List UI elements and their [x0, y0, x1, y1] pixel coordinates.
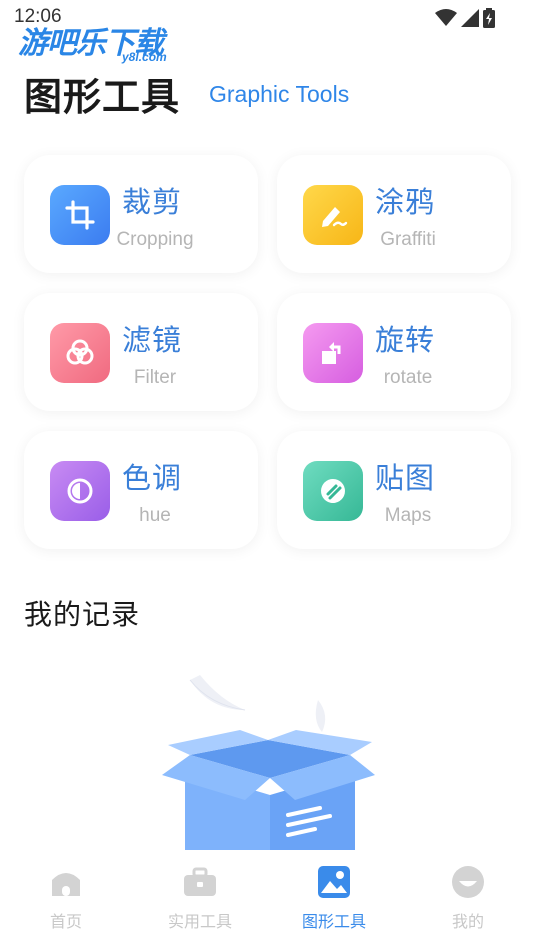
- page-subtitle: Graphic Tools: [209, 81, 350, 107]
- tool-name: 滤镜: [122, 323, 183, 357]
- tool-english-name: rotate: [383, 367, 433, 388]
- nav-item-tools[interactable]: 实用工具: [140, 864, 260, 944]
- watermark-logo: 游吧乐下载 y8l.com: [18, 18, 188, 66]
- nav-label-tools: 实用工具: [167, 912, 232, 931]
- battery-icon: [483, 8, 495, 28]
- watermark-sub: y8l.com: [122, 50, 167, 64]
- nav-item-graphic-tools[interactable]: 图形工具: [274, 864, 394, 944]
- tool-card-graffiti[interactable]: 涂鸦 Graffiti: [277, 155, 511, 273]
- tool-english-name: hue: [139, 505, 171, 526]
- tool-english-name: Maps: [384, 505, 432, 526]
- nav-label-graphic-tools: 图形工具: [301, 912, 366, 931]
- rotate-icon: [303, 323, 363, 383]
- tool-card-hue[interactable]: 色调 hue: [24, 431, 258, 549]
- tool-english-name: Graffiti: [380, 229, 436, 250]
- nav-item-home[interactable]: 首页: [6, 864, 126, 944]
- tool-card-crop[interactable]: 裁剪 Cropping: [24, 155, 258, 273]
- tool-name: 贴图: [375, 461, 436, 495]
- image-icon: [318, 866, 350, 898]
- sticker-icon: [303, 461, 363, 521]
- crop-icon: [50, 185, 110, 245]
- records-title: 我的记录: [24, 598, 141, 631]
- tool-name: 旋转: [375, 323, 436, 357]
- tool-card-maps[interactable]: 贴图 Maps: [277, 431, 511, 549]
- wifi-icon: [435, 9, 457, 26]
- empty-box-illustration: [162, 675, 375, 850]
- profile-icon: [452, 866, 484, 898]
- nav-label-profile: 我的: [451, 912, 484, 931]
- filter-icon: [50, 323, 110, 383]
- tool-english-name: Cropping: [116, 229, 194, 250]
- signal-icon: [461, 9, 479, 27]
- tool-name: 涂鸦: [375, 185, 436, 219]
- tool-english-name: Filter: [133, 367, 177, 388]
- page-title: 图形工具: [24, 75, 181, 119]
- tool-name: 色调: [122, 461, 183, 495]
- nav-label-home: 首页: [49, 912, 82, 931]
- tool-card-rotate[interactable]: 旋转 rotate: [277, 293, 511, 411]
- toolbox-icon: [184, 867, 216, 896]
- status-icons: [435, 8, 495, 28]
- home-icon: [52, 873, 80, 896]
- tool-name: 裁剪: [122, 185, 183, 219]
- hue-icon: [50, 461, 110, 521]
- pen-icon: [303, 185, 363, 245]
- tool-card-filter[interactable]: 滤镜 Filter: [24, 293, 258, 411]
- bottom-navigation: 首页 实用工具 图形工具 我的: [0, 850, 535, 951]
- nav-item-profile[interactable]: 我的: [408, 864, 528, 944]
